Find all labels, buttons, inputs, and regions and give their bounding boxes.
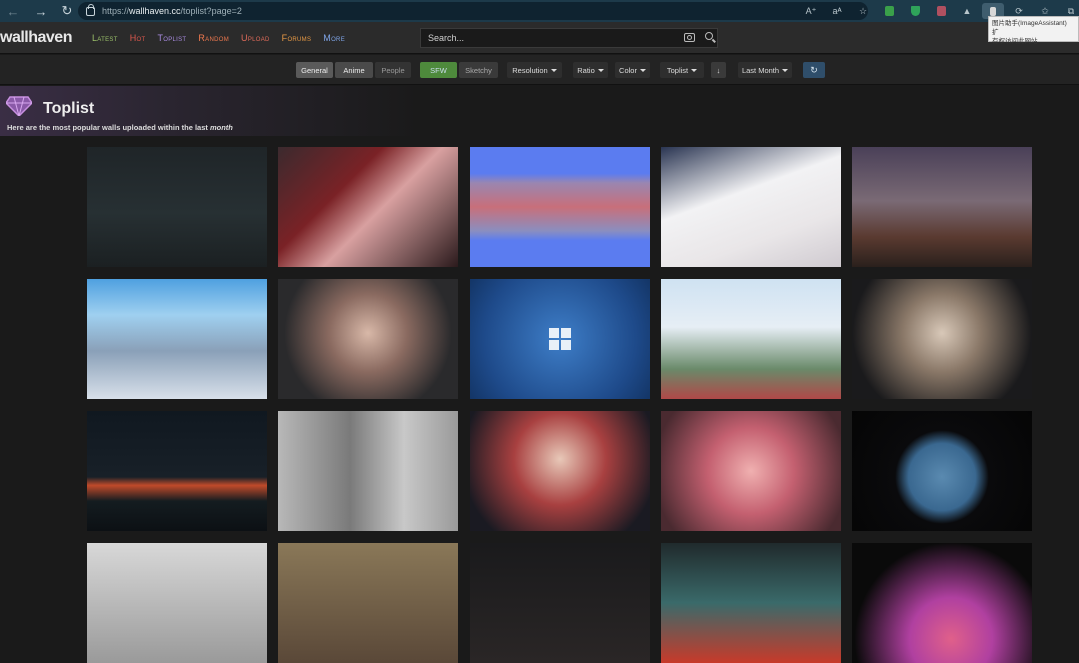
translate-icon[interactable]: aᴬ xyxy=(826,3,848,19)
purity-sfw-toggle[interactable]: SFW xyxy=(420,62,457,78)
toplist-heading: Toplist Here are the most popular walls … xyxy=(0,86,420,136)
thumb-anime-girl-court[interactable] xyxy=(661,279,841,399)
gem-icon xyxy=(6,96,32,116)
thumb-girl-dusk-field[interactable] xyxy=(852,147,1032,267)
browser-toolbar: ← → ↻ https://wallhaven.cc/toplist?page=… xyxy=(0,0,1079,22)
camera-icon[interactable] xyxy=(684,33,695,42)
site-header: wallhaven Latest Hot Toplist Random Uplo… xyxy=(0,22,1079,54)
favorite-star-icon[interactable]: ☆ xyxy=(852,3,874,19)
nav-forums[interactable]: Forums xyxy=(282,33,312,43)
resolution-label: Resolution xyxy=(512,65,548,75)
ratio-label: Ratio xyxy=(577,65,595,75)
chevron-down-icon xyxy=(550,68,557,72)
ratio-dropdown[interactable]: Ratio xyxy=(573,62,608,78)
back-arrow-icon[interactable]: ← xyxy=(2,0,24,22)
filter-bar: General Anime People SFW Sketchy Resolut… xyxy=(0,55,1079,85)
thumb-anime-girl-red-room[interactable] xyxy=(278,147,458,267)
thumb-colorful-splash[interactable] xyxy=(852,543,1032,663)
nav-hot[interactable]: Hot xyxy=(130,33,146,43)
extension-tooltip: 图片助手(ImageAssistant) 扩 有权访问此网站 xyxy=(988,16,1079,45)
page-subtitle: Here are the most popular walls uploaded… xyxy=(7,123,233,132)
nav-upload[interactable]: Upload xyxy=(241,33,270,43)
sorting-dropdown[interactable]: Toplist xyxy=(660,62,704,78)
sorting-label: Toplist xyxy=(666,65,689,75)
thumb-windows-logo[interactable] xyxy=(470,279,650,399)
thumb-girl-pink-controller[interactable] xyxy=(661,411,841,531)
extension-green-icon[interactable] xyxy=(878,3,900,19)
purity-sketchy-toggle[interactable]: Sketchy xyxy=(459,62,498,78)
forward-arrow-icon[interactable]: → xyxy=(30,0,52,22)
main-nav: Latest Hot Toplist Random Upload Forums … xyxy=(80,33,345,43)
category-people-toggle[interactable]: People xyxy=(375,62,411,78)
thumb-anime-street-houses[interactable] xyxy=(87,279,267,399)
search-input[interactable]: Search... xyxy=(420,28,718,48)
collections-icon[interactable] xyxy=(930,3,952,19)
thumb-earth-planet[interactable] xyxy=(852,411,1032,531)
thumb-mountain-sunset[interactable] xyxy=(87,411,267,531)
windows-logo-icon xyxy=(549,328,571,350)
refresh-button[interactable]: ↻ xyxy=(803,62,825,78)
read-aloud-icon[interactable]: A⁺ xyxy=(800,3,822,19)
address-bar[interactable]: https://wallhaven.cc/toplist?page=2 xyxy=(78,2,868,20)
thumb-girl-portrait[interactable] xyxy=(278,279,458,399)
chevron-down-icon xyxy=(782,68,789,72)
chevron-down-icon xyxy=(691,68,698,72)
range-label: Last Month xyxy=(741,65,780,75)
search-icon[interactable] xyxy=(705,32,713,40)
category-general-toggle[interactable]: General xyxy=(296,62,333,78)
thumb-colorful-sphere[interactable] xyxy=(661,543,841,663)
chevron-down-icon xyxy=(597,68,604,72)
thumb-anime-girl-bunny[interactable] xyxy=(278,543,458,663)
resolution-dropdown[interactable]: Resolution xyxy=(507,62,562,78)
nav-random[interactable]: Random xyxy=(198,33,229,43)
nav-toplist[interactable]: Toplist xyxy=(157,33,186,43)
triangle-icon[interactable]: ▲ xyxy=(956,3,978,19)
thumb-sneakers[interactable] xyxy=(87,543,267,663)
sort-order-button[interactable]: ↓ xyxy=(711,62,726,78)
wallhaven-logo[interactable]: wallhaven xyxy=(0,29,80,47)
color-dropdown[interactable]: Color xyxy=(615,62,650,78)
toplist-range-dropdown[interactable]: Last Month xyxy=(738,62,792,78)
thumb-blue-pixel-mosaic[interactable] xyxy=(470,147,650,267)
thumb-anime-girl-back[interactable] xyxy=(661,147,841,267)
nav-latest[interactable]: Latest xyxy=(92,33,118,43)
thumb-girl-stone-pillar[interactable] xyxy=(278,411,458,531)
color-label: Color xyxy=(619,65,637,75)
chevron-down-icon xyxy=(639,68,646,72)
reload-icon[interactable]: ↻ xyxy=(56,0,78,22)
page-title: Toplist xyxy=(43,100,95,117)
lock-icon[interactable] xyxy=(86,3,95,16)
thumb-girl-kimono[interactable] xyxy=(470,411,650,531)
nav-more[interactable]: More xyxy=(323,33,345,43)
category-anime-toggle[interactable]: Anime xyxy=(335,62,373,78)
thumb-dark-night-street[interactable] xyxy=(87,147,267,267)
shield-icon[interactable] xyxy=(904,3,926,19)
url-text: https://wallhaven.cc/toplist?page=2 xyxy=(102,6,242,16)
thumb-dark-abstract[interactable] xyxy=(470,543,650,663)
search-placeholder: Search... xyxy=(428,33,465,43)
thumb-girl-white-outfit[interactable] xyxy=(852,279,1032,399)
